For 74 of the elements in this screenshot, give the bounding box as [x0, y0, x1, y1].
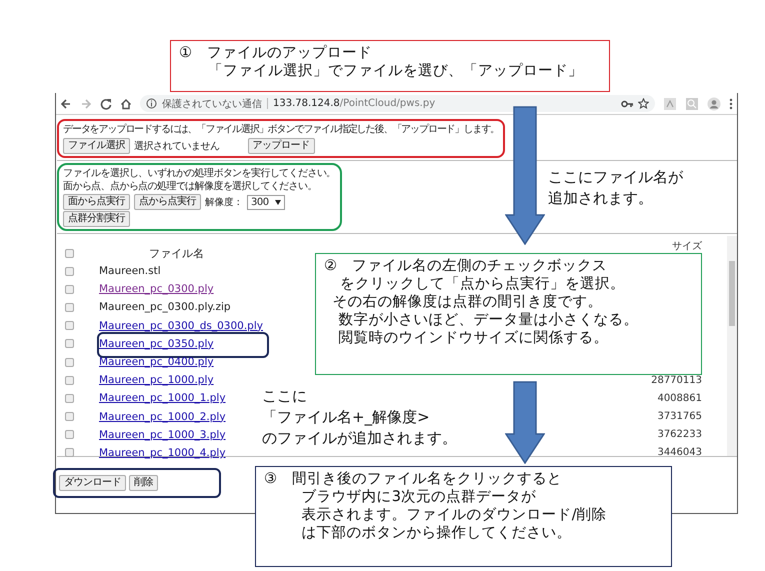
split-button[interactable]: 点群分割実行	[63, 211, 130, 227]
row-checkbox[interactable]	[65, 266, 74, 276]
file-link[interactable]: Maureen_pc_1000_1.ply	[99, 392, 226, 404]
avatar-icon[interactable]	[707, 96, 721, 110]
upload-instruction: データをアップロードするには、「ファイル選択」ボタンでファイル指定した後、「アップロード」します。	[63, 123, 500, 136]
upload-button[interactable]: アップロード	[248, 138, 314, 154]
file-status: 選択されていません	[134, 140, 220, 153]
callout-text: ① ファイルのアップロード	[179, 44, 373, 62]
row-checkbox[interactable]	[65, 321, 74, 330]
star-icon[interactable]	[638, 98, 649, 109]
row-checkbox[interactable]	[65, 302, 74, 312]
file-link[interactable]: Maureen_pc_1000.ply	[99, 374, 214, 386]
resolution-select[interactable]: 300	[247, 194, 285, 210]
process-button[interactable]: 面から点実行	[63, 194, 130, 210]
row-checkbox[interactable]	[65, 394, 74, 403]
column-header: サイズ	[672, 240, 702, 253]
caret-icon	[274, 200, 281, 204]
callout-text: 「ファイル選択」でファイルを選び、「アップロード」	[207, 62, 584, 80]
row-checkbox[interactable]	[65, 376, 74, 385]
file-name: Maureen.stl	[99, 265, 161, 278]
callout-text: ③ 間引き後のファイル名をクリックすると	[264, 470, 563, 488]
file-link[interactable]: Maureen_pc_1000_3.ply	[99, 428, 226, 441]
choose-file-button[interactable]: ファイル選択	[63, 138, 130, 154]
row-checkbox[interactable]	[65, 358, 74, 367]
row-checkbox[interactable]	[65, 448, 74, 458]
column-header: ファイル名	[149, 246, 204, 260]
callout-text: をクリックして「点から点実行」を選択。	[338, 275, 626, 293]
footer-button[interactable]: 削除	[129, 475, 158, 491]
url-text[interactable]: 133.78.124.8/PointCloud/pws.py	[267, 98, 436, 109]
file-size: 3731765	[657, 411, 702, 422]
note-text: 追加されます。	[548, 188, 654, 209]
file-link[interactable]: Maureen_pc_0300.ply	[99, 283, 214, 296]
callout-text: 閲覧時のウインドウサイズに関係する。	[338, 329, 610, 347]
row-checkbox[interactable]	[65, 284, 74, 294]
callout-text: ブラウザ内に3次元の点群データが	[300, 488, 537, 506]
process-button[interactable]: 点から点実行	[134, 194, 201, 210]
extension-icon[interactable]	[663, 96, 677, 110]
file-link[interactable]: Maureen_pc_1000_2.ply	[99, 410, 226, 423]
footer-button[interactable]: ダウンロード	[59, 475, 126, 491]
home-icon[interactable]	[120, 98, 132, 110]
file-size: 4008861	[657, 392, 702, 404]
file-size: 28770113	[651, 374, 702, 386]
resolution-label: 解像度：	[205, 196, 243, 208]
menu-icon[interactable]	[729, 98, 733, 110]
note-text: ここに	[262, 386, 308, 407]
file-link[interactable]: Maureen_pc_1000_4.ply	[99, 446, 226, 459]
file-link[interactable]: Maureen_pc_0350.ply	[99, 338, 214, 350]
callout-text: 表示されます。ファイルのダウンロード/削除	[300, 506, 608, 524]
callout-text: その右の解像度は点群の間引き度です。	[332, 293, 604, 311]
extension-icon[interactable]	[685, 96, 699, 110]
file-size: 3446043	[657, 447, 702, 458]
key-icon[interactable]	[621, 98, 633, 108]
callout-text: 数字が小さいほど、データ量は小さくなる。	[338, 311, 640, 329]
note-text: ここにファイル名が	[548, 167, 683, 188]
file-size: 3762233	[657, 429, 702, 440]
file-link[interactable]: Maureen_pc_0400.ply	[99, 356, 214, 368]
security-label: 保護されていない通信	[162, 98, 262, 110]
info-icon[interactable]	[146, 98, 157, 109]
row-checkbox[interactable]	[65, 430, 74, 440]
callout-text: は下部のボタンから操作してください。	[300, 524, 573, 542]
instruction-text: 面から点、点から点の処理では解像度を選択してください。	[63, 180, 317, 193]
note-text: のファイルが追加されます。	[262, 428, 457, 449]
row-checkbox[interactable]	[65, 339, 74, 348]
forward-icon[interactable]	[80, 98, 92, 110]
callout-text: ② ファイル名の左側のチェックボックス	[324, 257, 608, 275]
select-all-checkbox[interactable]	[65, 248, 74, 258]
row-checkbox[interactable]	[65, 412, 74, 422]
back-icon[interactable]	[60, 98, 72, 110]
reload-icon[interactable]	[100, 98, 112, 110]
instruction-text: ファイルを選択し、いずれかの処理ボタンを実行してください。	[63, 167, 336, 180]
scrollbar[interactable]	[727, 236, 737, 456]
note-text: 「ファイル名+_解像度>	[262, 407, 431, 428]
file-link[interactable]: Maureen_pc_0300_ds_0300.ply	[99, 320, 263, 332]
file-name: Maureen_pc_0300.ply.zip	[99, 301, 231, 314]
